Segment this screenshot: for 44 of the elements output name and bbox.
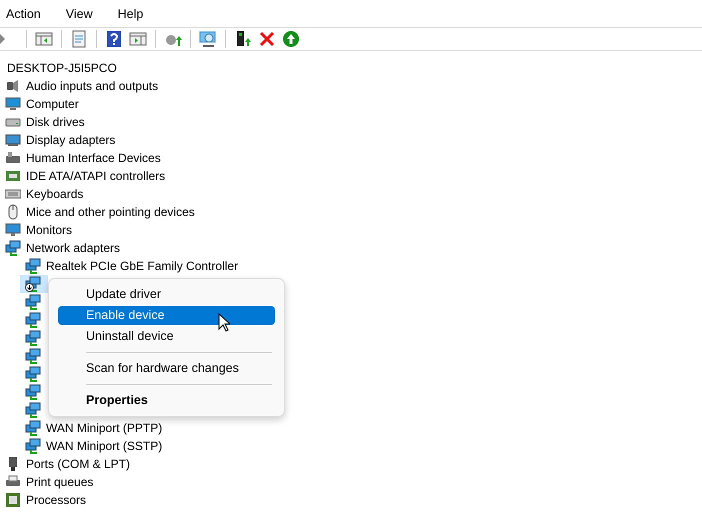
device-item[interactable]: WAN Miniport (PPTP) <box>46 419 162 437</box>
display-adapter-icon <box>5 132 21 148</box>
menu-item[interactable]: View <box>66 6 106 20</box>
tree-row[interactable]: WAN Miniport (PPTP) <box>0 419 162 437</box>
tree-item[interactable]: Ports (COM & LPT) <box>26 455 130 473</box>
scan-icon[interactable] <box>199 30 217 48</box>
tree-item[interactable]: Processors <box>26 491 86 509</box>
properties-icon[interactable] <box>70 30 88 48</box>
tree-item[interactable]: Disk drives <box>26 113 85 131</box>
tree-row[interactable]: Realtek PCIe GbE Family Controller <box>0 257 238 275</box>
tree-item[interactable]: Print queues <box>26 473 94 491</box>
tree-item[interactable]: IDE ATA/ATAPI controllers <box>26 167 166 185</box>
help-icon[interactable] <box>105 30 123 48</box>
delete-icon[interactable] <box>258 30 276 48</box>
console-tree-icon[interactable] <box>35 30 53 48</box>
menu-item[interactable]: Properties <box>58 391 275 410</box>
menu-item[interactable]: Uninstall device <box>58 327 275 346</box>
action-pane-icon[interactable] <box>129 30 147 48</box>
computer-icon <box>5 96 21 112</box>
tree-row[interactable]: WAN Miniport (SSTP) <box>0 437 162 455</box>
tree-item[interactable]: Monitors <box>26 221 72 239</box>
tree-item[interactable]: Display adapters <box>26 131 116 149</box>
menu-item[interactable]: Update driver <box>58 285 275 304</box>
tree-item[interactable]: Computer <box>26 95 79 113</box>
speaker-icon <box>5 78 21 94</box>
tree-item[interactable]: Mice and other pointing devices <box>26 203 195 221</box>
tree-item[interactable]: Network adapters <box>26 239 120 257</box>
monitor-icon <box>5 222 21 238</box>
tree-item[interactable]: Audio inputs and outputs <box>26 77 158 95</box>
device-icon[interactable] <box>234 30 252 48</box>
cursor-icon <box>218 313 230 332</box>
enable-icon[interactable] <box>282 30 300 48</box>
tree-item[interactable]: Human Interface Devices <box>26 149 161 167</box>
menu-item[interactable]: Action <box>6 6 54 20</box>
network-icon <box>5 240 21 256</box>
menu-item[interactable]: Enable device <box>58 306 275 325</box>
menu-item[interactable]: Help <box>118 6 156 20</box>
chip-icon <box>5 168 21 184</box>
device-item[interactable]: WAN Miniport (SSTP) <box>46 437 162 455</box>
tree-item[interactable]: Keyboards <box>26 185 84 203</box>
computer-name[interactable]: DESKTOP-J5I5PCO <box>7 59 117 77</box>
processor-icon <box>5 492 21 508</box>
device-item[interactable]: Realtek PCIe GbE Family Controller <box>46 257 238 275</box>
menu-item[interactable]: Scan for hardware changes <box>58 359 275 378</box>
